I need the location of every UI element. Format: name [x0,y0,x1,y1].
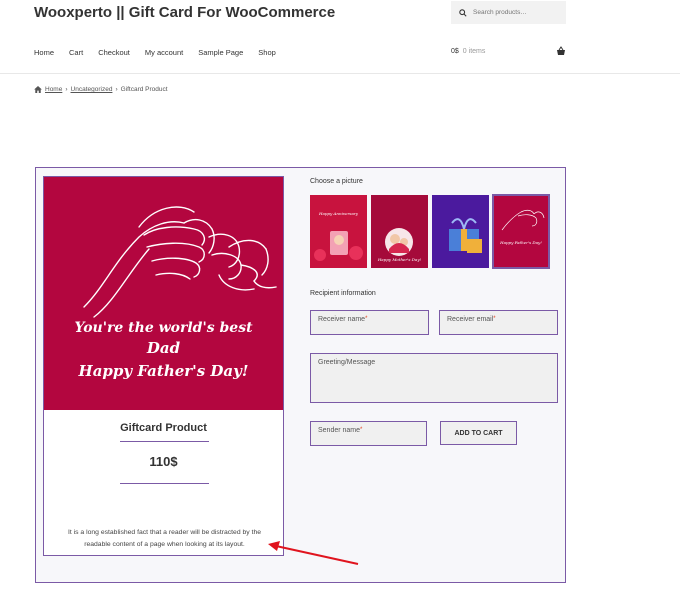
nav-home[interactable]: Home [34,48,54,57]
home-icon [34,86,42,93]
product-description: It is a long established fact that a rea… [67,529,262,548]
add-to-cart-button[interactable]: ADD TO CART [440,421,517,445]
nav-my-account[interactable]: My account [145,48,183,57]
preview-text-line2: Dad [146,339,181,357]
thumbnail-anniversary-text: Happy Anniversary [319,211,358,216]
receiver-email-placeholder: Receiver email [447,316,494,323]
nav-checkout[interactable]: Checkout [98,48,130,57]
required-mark: * [365,316,368,322]
receiver-name-field[interactable]: Receiver name* [310,310,429,335]
thumbnail-fathers-day[interactable]: Happy Father's Day! [492,194,550,269]
main-nav: Home Cart Checkout My account Sample Pag… [34,48,291,57]
breadcrumb-category[interactable]: Uncategorized [71,86,113,93]
product-price: 110$ [149,454,178,469]
breadcrumb-separator: › [65,86,68,93]
search-box[interactable] [451,1,566,24]
sender-name-placeholder: Sender name [318,427,361,434]
choose-picture-label: Choose a picture [310,178,363,185]
thumbnail-gift-box[interactable] [432,195,489,268]
thumbnail-anniversary[interactable]: Happy Anniversary [310,195,367,268]
nav-cart[interactable]: Cart [69,48,83,57]
cart-item-count: 0 items [462,48,486,55]
thumbnail-fathers-day-text: Happy Father's Day! [500,240,542,245]
cart-summary[interactable]: 0$ 0 items [451,48,485,55]
cart-amount: 0$ [451,48,459,55]
anniversary-card-art [310,195,367,268]
fathers-day-card-art [494,196,548,267]
giftcard-preview: You're the world's best Dad Happy Father… [43,176,284,556]
greeting-message-textarea[interactable]: Greeting/Message [310,353,558,403]
product-title: Giftcard Product [120,422,207,434]
search-icon [459,8,467,17]
site-title[interactable]: Wooxperto || Gift Card For WooCommerce [34,4,335,21]
thumbnail-mothers-day-text: Happy Mother's Day! [377,257,422,262]
thumbnail-mothers-day[interactable]: Happy Mother's Day! [371,195,428,268]
search-input[interactable] [473,9,563,16]
receiver-name-placeholder: Receiver name [318,316,366,323]
breadcrumb-separator: › [115,86,118,93]
header-divider [0,73,680,74]
preview-text-line3: Happy Father's Day! [78,362,249,380]
fist-bump-illustration: You're the world's best Dad Happy Father… [74,206,277,380]
recipient-info-label: Recipient information [310,290,376,297]
breadcrumb-home[interactable]: Home [45,86,62,93]
required-mark: * [493,316,496,322]
basket-icon[interactable] [556,46,566,56]
receiver-email-field[interactable]: Receiver email* [439,310,558,335]
greeting-placeholder: Greeting/Message [318,359,376,366]
nav-shop[interactable]: Shop [258,48,276,57]
sender-name-field[interactable]: Sender name* [310,421,427,446]
required-mark: * [360,427,363,433]
price-divider [120,483,209,484]
annotation-arrow-icon [268,541,359,565]
breadcrumb: Home › Uncategorized › Giftcard Product [34,86,168,93]
title-divider [120,441,209,442]
gift-box-card-art [432,195,489,268]
breadcrumb-current: Giftcard Product [120,86,168,93]
preview-text-line1: You're the world's best [74,320,253,336]
giftcard-preview-image: You're the world's best Dad Happy Father… [44,177,283,410]
nav-sample-page[interactable]: Sample Page [198,48,243,57]
